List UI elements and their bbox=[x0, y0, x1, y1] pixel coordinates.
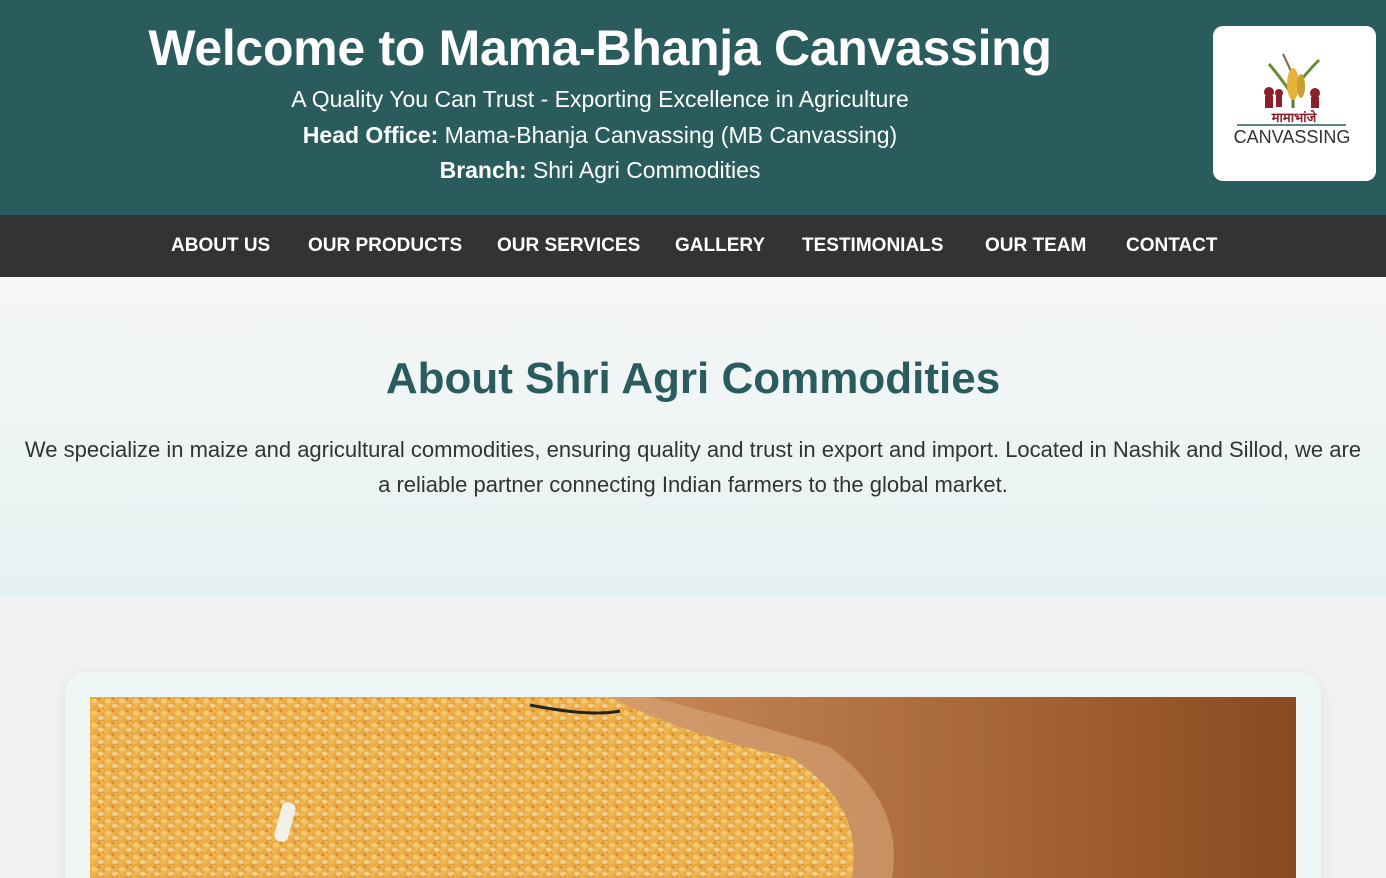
head-office-line: Head Office: Mama-Bhanja Canvassing (MB … bbox=[0, 120, 1200, 150]
nav-item-our-products[interactable]: OUR PRODUCTS bbox=[308, 215, 462, 277]
about-title: About Shri Agri Commodities bbox=[385, 354, 1001, 403]
head-office-value: Mama-Bhanja Canvassing (MB Canvassing) bbox=[438, 122, 898, 148]
nav-item-our-services[interactable]: OUR SERVICES bbox=[497, 215, 640, 277]
nav-item-testimonials[interactable]: TESTIMONIALS bbox=[802, 215, 943, 277]
nav-item-contact[interactable]: CONTACT bbox=[1126, 215, 1217, 277]
about-section: About Shri Agri Commodities We specializ… bbox=[0, 277, 1386, 597]
nav-item-our-team[interactable]: OUR TEAM bbox=[985, 215, 1086, 277]
gallery-card bbox=[65, 672, 1321, 878]
head-office-label: Head Office: bbox=[302, 122, 439, 148]
site-title: Welcome to Mama-Bhanja Canvassing bbox=[148, 20, 1052, 76]
main-nav: ABOUT US OUR PRODUCTS OUR SERVICES GALLE… bbox=[0, 215, 1386, 277]
logo-emblem: मामाभांजे CANVASSING bbox=[1234, 53, 1351, 147]
logo-brand-text: CANVASSING bbox=[1234, 127, 1351, 147]
branch-line: Branch: Shri Agri Commodities bbox=[0, 155, 1200, 185]
logo-script-text: मामाभांजे bbox=[1271, 110, 1318, 126]
branch-value: Shri Agri Commodities bbox=[526, 157, 761, 183]
logo[interactable]: मामाभांजे CANVASSING bbox=[1213, 26, 1376, 181]
gallery-image bbox=[90, 697, 1296, 878]
tagline: A Quality You Can Trust - Exporting Exce… bbox=[291, 86, 909, 112]
nav-item-about-us[interactable]: ABOUT US bbox=[171, 215, 270, 277]
branch-label: Branch: bbox=[439, 157, 527, 183]
site-header: Welcome to Mama-Bhanja Canvassing A Qual… bbox=[0, 0, 1386, 215]
maize-grains-photo bbox=[90, 697, 1296, 878]
nav-item-gallery[interactable]: GALLERY bbox=[675, 215, 765, 277]
about-description: We specialize in maize and agricultural … bbox=[24, 437, 1362, 497]
